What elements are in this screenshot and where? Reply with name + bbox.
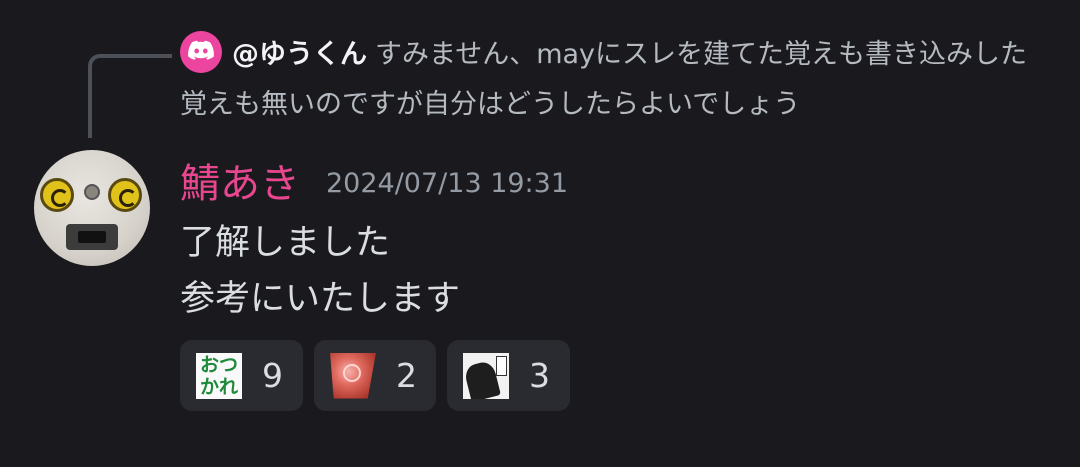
message-header: 鯖あき 2024/07/13 19:31 xyxy=(180,152,568,208)
avatar-nose xyxy=(84,184,100,200)
message-timestamp: 2024/07/13 19:31 xyxy=(326,167,569,199)
reaction-count: 2 xyxy=(396,356,417,395)
avatar-eye-left xyxy=(40,178,74,212)
otsukare-emoji: おつ かれ xyxy=(196,352,242,399)
otsukare-emoji-line2: かれ xyxy=(199,375,238,398)
reaction-count: 3 xyxy=(529,356,550,395)
message-line: 了解しました xyxy=(180,223,391,263)
otsukare-emoji-line1: おつ xyxy=(199,353,238,376)
avatar-eye-right xyxy=(108,178,142,212)
reply-username[interactable]: @ゆうくん xyxy=(232,39,367,70)
reply-connector-line xyxy=(88,54,172,138)
reaction-red-sparkle[interactable]: 2 xyxy=(314,340,436,411)
manga-character-emoji xyxy=(463,352,509,399)
reactions-bar: おつ かれ 9 2 3 xyxy=(180,340,570,411)
red-sparkle-emoji xyxy=(330,352,376,399)
author-name[interactable]: 鯖あき xyxy=(180,151,300,209)
message-line: 参考にいたします xyxy=(180,279,461,319)
reaction-count: 9 xyxy=(262,356,283,395)
avatar[interactable] xyxy=(34,150,150,266)
avatar-mouth xyxy=(66,224,118,250)
reaction-manga[interactable]: 3 xyxy=(447,340,570,411)
reaction-otsukare[interactable]: おつ かれ 9 xyxy=(180,340,303,411)
reply-preview[interactable]: @ゆうくん すみません、mayにスレを建てた覚えも書き込みした覚えも無いのですが自… xyxy=(180,30,1040,130)
discord-icon xyxy=(180,30,222,73)
